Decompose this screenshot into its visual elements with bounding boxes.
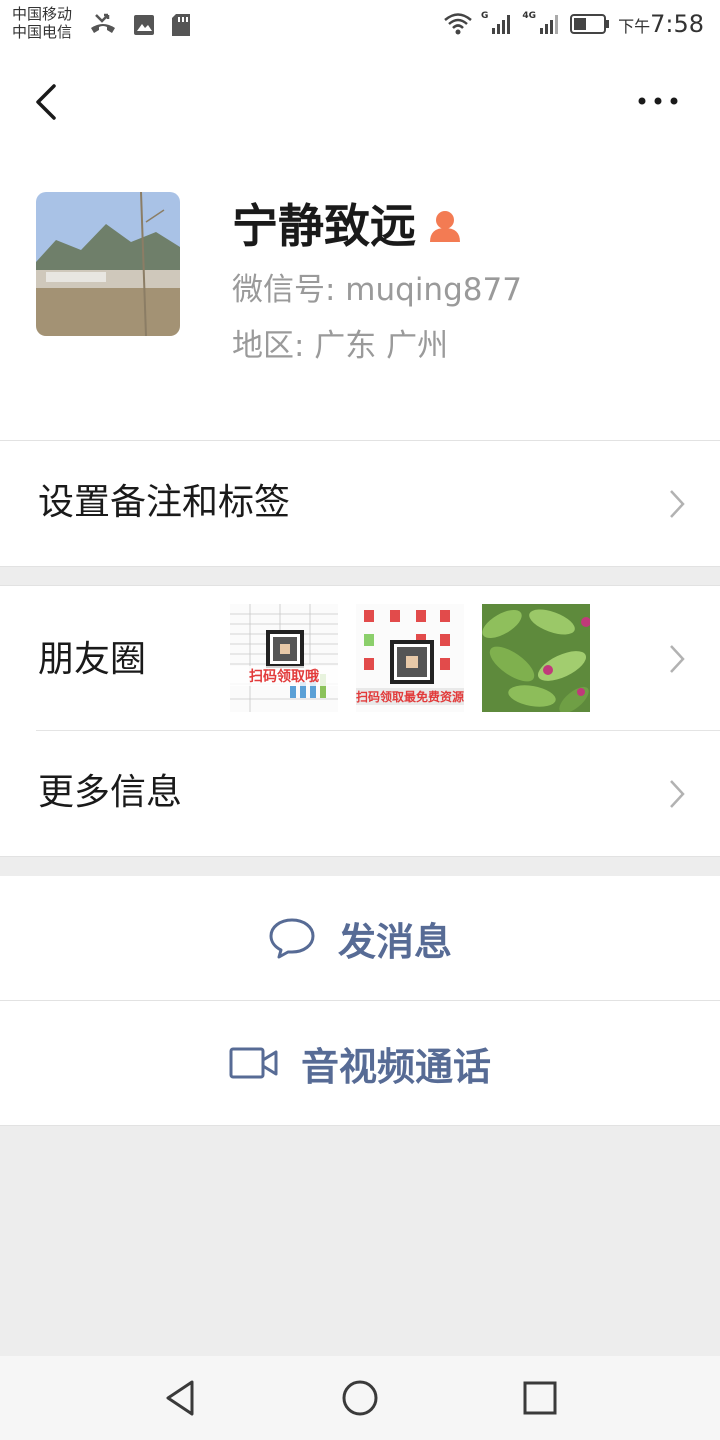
female-user-icon — [430, 211, 460, 242]
moments-label: 朋友圈 — [38, 639, 147, 680]
send-message-label: 发消息 — [337, 919, 452, 964]
chevron-right-icon — [670, 490, 685, 518]
nickname-row: 宁静致远 — [232, 198, 462, 254]
wechat-id: 微信号: muqing877 — [232, 272, 522, 308]
bottom-divider — [0, 1125, 720, 1126]
chevron-right-icon — [670, 645, 685, 673]
network-label-1: G — [481, 11, 489, 21]
sd-card-icon — [172, 14, 190, 36]
send-message-button[interactable]: 发消息 — [0, 876, 720, 1000]
carrier-1: 中国移动 — [12, 5, 73, 23]
back-arrow-icon[interactable] — [28, 80, 64, 124]
video-call-label: 音视频通话 — [300, 1044, 491, 1089]
moments-thumbnail-1[interactable]: 扫码领取哦 — [230, 604, 338, 712]
more-info-row[interactable]: 更多信息 — [0, 731, 720, 856]
back-triangle-icon[interactable] — [160, 1378, 200, 1418]
remark-tags-row[interactable]: 设置备注和标签 — [0, 441, 720, 566]
profile-header: 宁静致远 微信号: muqing877 地区: 广东 广州 — [0, 52, 720, 440]
section-divider-1 — [0, 566, 720, 567]
carrier-info: 中国移动 中国电信 — [12, 5, 72, 41]
thumbnail-1-caption: 扫码领取哦 — [230, 666, 338, 686]
chevron-right-icon — [670, 780, 685, 808]
network-label-2: 4G — [522, 11, 537, 21]
more-options-icon[interactable] — [636, 86, 680, 116]
thumbnail-2-caption: 扫码领取最免费资源 — [356, 688, 464, 705]
image-icon — [134, 15, 154, 35]
remark-tags-label: 设置备注和标签 — [38, 482, 291, 523]
moments-thumbnail-3[interactable] — [482, 604, 590, 712]
home-circle-icon[interactable] — [340, 1378, 380, 1418]
region: 地区: 广东 广州 — [232, 328, 449, 364]
nickname: 宁静致远 — [232, 199, 416, 253]
avatar[interactable] — [36, 192, 180, 336]
status-right: G 4G 下午7:58 — [443, 10, 704, 38]
missed-call-icon — [91, 13, 115, 33]
more-info-label: 更多信息 — [38, 772, 183, 813]
chat-bubble-icon — [269, 918, 315, 959]
navigation-bar — [0, 1356, 720, 1440]
clock: 下午7:58 — [618, 10, 704, 38]
moments-row[interactable]: 朋友圈 扫码领取哦 扫码领取最免费资源 — [0, 586, 720, 731]
signal-icon-2 — [540, 15, 559, 34]
battery-icon — [570, 14, 610, 34]
video-call-button[interactable]: 音视频通话 — [0, 1001, 720, 1125]
moments-thumbnail-2[interactable]: 扫码领取最免费资源 — [356, 604, 464, 712]
video-camera-icon — [229, 1047, 278, 1079]
carrier-2: 中国电信 — [12, 23, 73, 41]
time-value: 7:58 — [650, 10, 704, 38]
signal-icon — [492, 15, 511, 34]
wifi-icon — [444, 13, 472, 35]
recents-square-icon[interactable] — [520, 1378, 560, 1418]
time-prefix: 下午 — [618, 17, 651, 36]
status-bar: 中国移动 中国电信 G 4G 下午7:58 — [0, 0, 720, 52]
notification-icons — [88, 12, 192, 38]
section-divider-3 — [0, 856, 720, 857]
